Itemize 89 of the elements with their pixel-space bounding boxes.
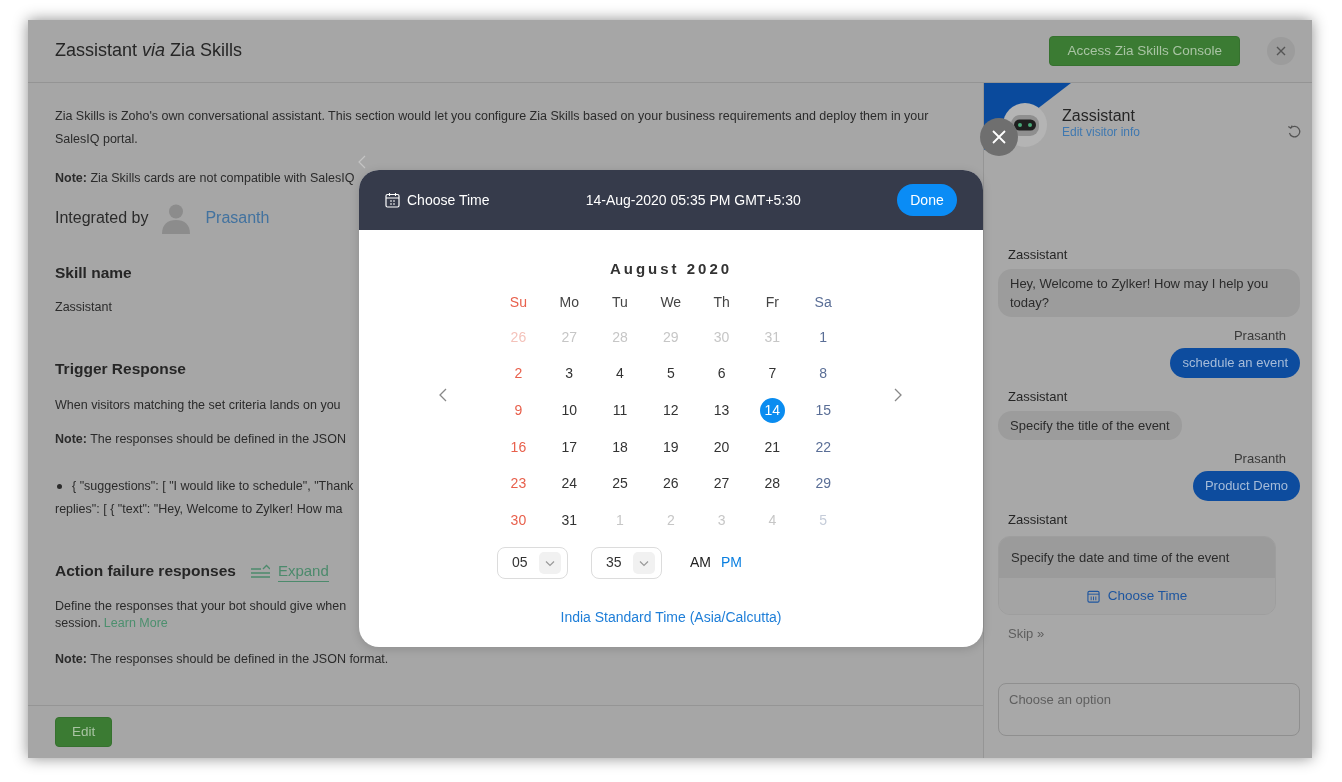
sender-name: Zassistant [1007, 512, 1069, 528]
day-cell[interactable]: 22 [810, 434, 836, 460]
weekday-label: Fr [765, 292, 779, 312]
message-bubble: schedule an event [1170, 348, 1300, 378]
calendar-icon [1086, 589, 1100, 603]
intro-text: Zia Skills is Zoho's own conversational assistant. This section would let you configure Zia Skills based on your business requirements and deploy them in your SalesIQ portal. [55, 108, 930, 148]
code-text: replies": [ { "text": "Hey, Welcome to Zylker! How ma [55, 501, 343, 518]
day-cell[interactable]: 27 [709, 471, 735, 497]
note-text: Note: Zia Skills cards are not compatible with SalesIQ [55, 170, 355, 187]
picker-title: Choose Time [407, 190, 490, 210]
day-cell[interactable]: 10 [556, 398, 582, 423]
skill-name-value: Zassistant [55, 299, 112, 316]
description-text: Define the responses that your bot should give when session. Learn More [55, 598, 347, 632]
message-bubble: Product Demo [1192, 471, 1300, 501]
close-icon [992, 130, 1006, 144]
console-button[interactable]: Access Zia Skills Console [1049, 36, 1240, 66]
description-text: When visitors matching the set criteria lands on you [55, 397, 341, 414]
done-button[interactable]: Done [897, 184, 957, 216]
day-cell[interactable]: 5 [658, 361, 684, 387]
day-cell[interactable]: 14 [759, 398, 785, 423]
sender-name: Prasanth [1232, 451, 1287, 467]
bot-name: Zassistant [1062, 106, 1136, 125]
day-cell[interactable]: 15 [810, 398, 836, 423]
chevron-left-icon[interactable] [439, 388, 447, 402]
day-cell[interactable]: 17 [556, 434, 582, 460]
day-cell[interactable]: 21 [759, 434, 785, 460]
day-cell[interactable]: 20 [709, 434, 735, 460]
day-cell[interactable]: 30 [505, 507, 531, 533]
selected-datetime: 14-Aug-2020 05:35 PM GMT+5:30 [585, 190, 801, 210]
chevron-down-icon [633, 551, 655, 574]
code-text: { "suggestions": [ "I would like to schedule", "Thank [72, 478, 354, 495]
day-cell[interactable]: 31 [556, 507, 582, 533]
timezone-link[interactable]: India Standard Time (Asia/Calcutta) [560, 606, 782, 627]
day-cell[interactable]: 28 [759, 471, 785, 497]
message-bubble: Specify the title of the event [998, 411, 1182, 440]
weekday-label: Mo [559, 292, 579, 312]
day-cell[interactable]: 9 [505, 398, 531, 423]
skip-link[interactable]: Skip » [1008, 626, 1045, 642]
dialog-title: Zassistant via Zia Skills [55, 40, 243, 62]
day-cell[interactable]: 12 [658, 398, 684, 423]
day-cell[interactable]: 24 [556, 471, 582, 497]
hour-dropdown[interactable]: 05 [497, 546, 568, 579]
day-cell[interactable]: 2 [505, 361, 531, 387]
edit-button[interactable]: Edit [55, 717, 113, 747]
close-icon [1276, 46, 1286, 56]
message-input[interactable]: Choose an option [998, 683, 1300, 736]
period-toggle[interactable]: AM [690, 552, 711, 574]
weekday-label: Th [713, 292, 730, 312]
day-cell[interactable]: 11 [607, 398, 633, 423]
section-heading: Trigger Response [55, 359, 186, 379]
weekday-label: Tu [612, 292, 628, 312]
day-cell[interactable]: 19 [658, 434, 684, 460]
section-heading: Action failure responses [55, 561, 236, 581]
note-text: Note: The responses should be defined in the JSON [55, 431, 346, 448]
day-cell[interactable]: 4 [607, 361, 633, 387]
month-title: August 2020 [609, 260, 733, 277]
chevron-left-icon [358, 155, 366, 169]
sender-name: Zassistant [1007, 389, 1069, 405]
day-cell[interactable]: 16 [505, 434, 531, 460]
chevron-down-icon [539, 551, 561, 574]
refresh-icon[interactable] [1287, 124, 1302, 139]
message-text: Specify the date and time of the event [999, 537, 1275, 578]
calendar-icon [385, 192, 400, 208]
weekday-label: Sa [814, 292, 832, 312]
sender-name: Zassistant [1007, 247, 1069, 263]
day-cell[interactable]: 23 [505, 471, 531, 497]
note-text: Note: The responses should be defined in the JSON format. [55, 650, 389, 668]
day-cell[interactable]: 25 [607, 471, 633, 497]
user-avatar-icon [162, 202, 191, 234]
chevron-right-icon[interactable] [893, 388, 902, 402]
message-bubble: Hey, Welcome to Zylker! How may I help you today? [998, 269, 1300, 317]
weekday-label: We [660, 292, 682, 312]
section-heading: Skill name [55, 263, 132, 283]
day-cell[interactable]: 1 [810, 324, 836, 350]
day-cell[interactable]: 26 [658, 471, 684, 497]
bullet-icon [57, 484, 62, 489]
integrated-by-label: Integrated by [55, 208, 149, 228]
day-cell[interactable]: 3 [556, 361, 582, 387]
minute-dropdown[interactable]: 35 [591, 546, 662, 579]
choose-time-button[interactable]: Choose Time [999, 578, 1275, 614]
weekday-label: Su [509, 292, 527, 312]
day-cell[interactable]: 18 [607, 434, 633, 460]
day-cell[interactable]: 29 [810, 471, 836, 497]
day-cell[interactable]: 6 [709, 361, 735, 387]
day-cell[interactable]: 7 [759, 361, 785, 387]
day-cell[interactable]: 8 [810, 361, 836, 387]
sender-name: Prasanth [1232, 328, 1287, 344]
period-toggle[interactable]: PM [721, 552, 742, 574]
day-cell[interactable]: 13 [709, 398, 735, 423]
